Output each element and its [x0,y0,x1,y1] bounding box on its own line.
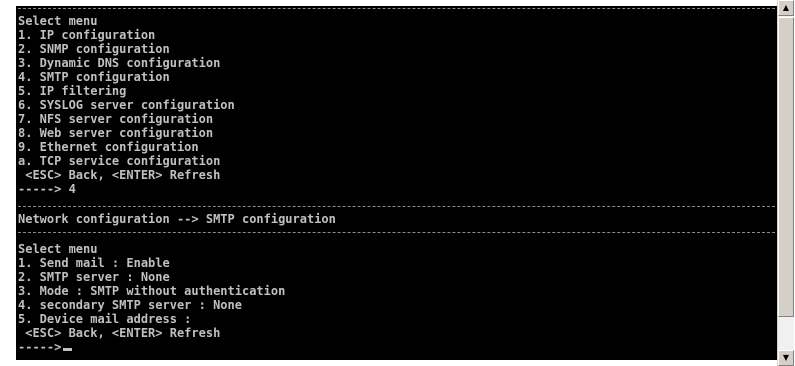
menu-item-ip-filtering[interactable]: 5. IP filtering [18,84,126,98]
separator-line [18,232,775,233]
arrow-down-icon[interactable]: ▼ [778,350,794,366]
menu-item-syslog[interactable]: 6. SYSLOG server configuration [18,98,235,112]
smtp-item-secondary-server[interactable]: 4. secondary SMTP server : None [18,298,242,312]
smtp-item-server[interactable]: 2. SMTP server : None [18,270,170,284]
arrow-up-icon[interactable]: ▲ [778,0,794,16]
separator-line [18,8,775,9]
menu-title: Select menu [18,14,98,28]
breadcrumb: Network configuration --> SMTP configura… [18,212,336,226]
text-cursor [63,348,73,351]
menu-item-ethernet[interactable]: 9. Ethernet configuration [18,140,199,154]
separator-line [18,206,775,207]
menu-item-nfs[interactable]: 7. NFS server configuration [18,112,213,126]
menu-item-tcp[interactable]: a. TCP service configuration [18,154,220,168]
menu-item-ip[interactable]: 1. IP configuration [18,28,155,42]
terminal-screen[interactable]: Select menu 1. IP configuration 2. SNMP … [16,6,777,360]
scrollbar-thumb[interactable] [778,17,794,317]
menu-item-web[interactable]: 8. Web server configuration [18,126,213,140]
smtp-item-device-mail[interactable]: 5. Device mail address : [18,312,191,326]
smtp-item-send-mail[interactable]: 1. Send mail : Enable [18,256,170,270]
smtp-menu-title: Select menu [18,242,98,256]
menu-item-smtp[interactable]: 4. SMTP configuration [18,70,170,84]
smtp-prompt: -----> [18,340,62,354]
command-prompt-line[interactable]: -----> [18,340,73,354]
menu-item-snmp[interactable]: 2. SNMP configuration [18,42,170,56]
smtp-item-mode[interactable]: 3. Mode : SMTP without authentication [18,284,285,298]
vertical-scrollbar[interactable]: ▲ ▼ [777,0,794,366]
menu-item-ddns[interactable]: 3. Dynamic DNS configuration [18,56,220,70]
menu-hint: <ESC> Back, <ENTER> Refresh [18,168,221,182]
menu-prompt: -----> 4 [18,182,76,196]
terminal-window: Select menu 1. IP configuration 2. SNMP … [0,0,795,366]
smtp-hint: <ESC> Back, <ENTER> Refresh [18,326,221,340]
